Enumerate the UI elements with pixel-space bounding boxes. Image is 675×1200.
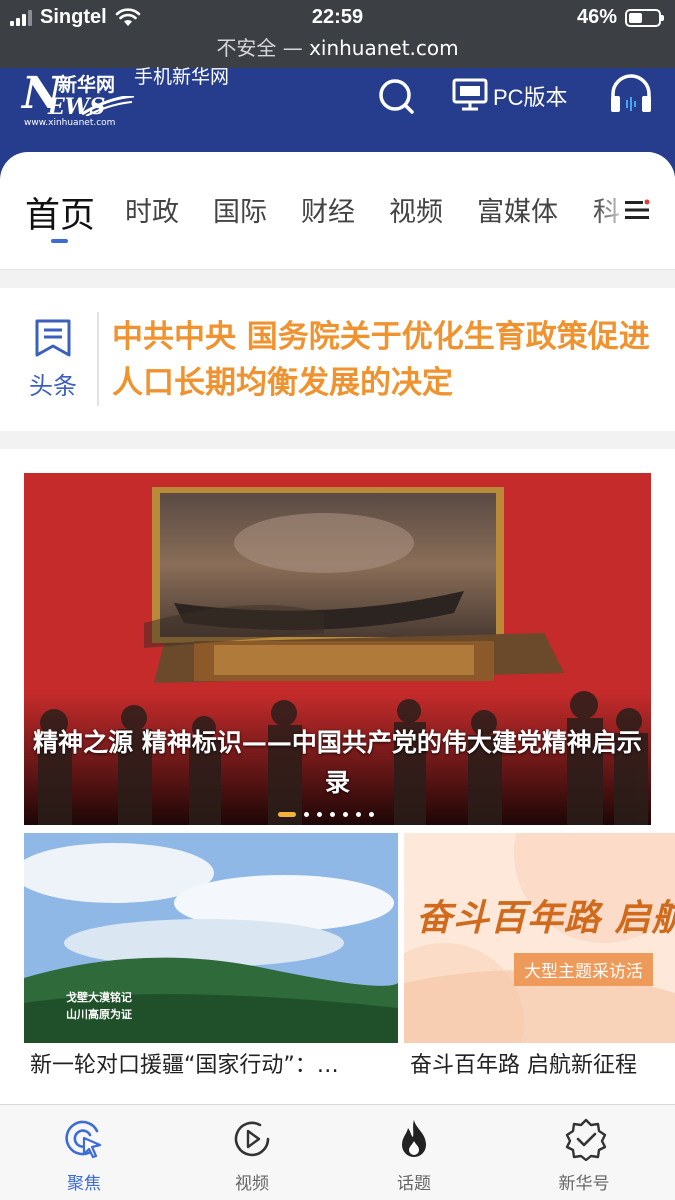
carousel-dot[interactable] bbox=[330, 812, 335, 817]
bookmark-doc-icon bbox=[35, 319, 71, 357]
flame-icon bbox=[402, 1120, 426, 1157]
nav-focus[interactable]: 聚焦 bbox=[0, 1105, 168, 1200]
clock: 22:59 bbox=[311, 6, 364, 28]
carousel-dot[interactable] bbox=[343, 812, 348, 817]
battery-percent: 46% bbox=[576, 6, 617, 28]
carousel-dot[interactable] bbox=[317, 812, 322, 817]
nav-label: 视频 bbox=[235, 1174, 269, 1194]
nav-video[interactable]: 视频 bbox=[168, 1105, 336, 1200]
news-feed: 精神之源 精神标识——中国共产党的伟大建党精神启示录 戈壁大漠铭记 山川高原为证… bbox=[0, 449, 675, 1104]
focus-icon bbox=[65, 1120, 102, 1159]
monitor-icon[interactable] bbox=[452, 78, 488, 112]
menu-icon[interactable] bbox=[623, 196, 651, 224]
url-bar[interactable]: 不安全 — xinhuanet.com bbox=[0, 32, 675, 61]
active-tab-indicator bbox=[51, 239, 68, 243]
tab-home[interactable]: 首页 bbox=[25, 187, 95, 238]
news-card-title[interactable]: 新一轮对口援疆“国家行动”：… bbox=[30, 1047, 392, 1079]
play-icon bbox=[234, 1121, 270, 1157]
headphones-icon[interactable] bbox=[608, 72, 654, 114]
status-bar: Singtel 22:59 46% 不安全 — xinhuanet.com bbox=[0, 0, 675, 68]
headline-banner[interactable]: 头条 中共中央 国务院关于优化生育政策促进人口长期均衡发展的决定 bbox=[0, 288, 675, 431]
tab-video[interactable]: 视频 bbox=[389, 190, 443, 229]
nav-topics[interactable]: 话题 bbox=[330, 1105, 498, 1200]
xinhua-logo[interactable]: N 新华网 EWS www.xinhuanet.com bbox=[22, 68, 142, 132]
logo-url: www.xinhuanet.com bbox=[24, 118, 116, 128]
carousel-dot[interactable] bbox=[304, 812, 309, 817]
tab-politics[interactable]: 时政 bbox=[125, 190, 179, 229]
poster-subtitle: 大型主题采访活 bbox=[514, 953, 653, 986]
news-card-image[interactable]: 戈壁大漠铭记 山川高原为证 bbox=[24, 833, 398, 1043]
url-domain: xinhuanet.com bbox=[309, 36, 459, 60]
nav-label: 话题 bbox=[397, 1174, 431, 1194]
badge-check-icon bbox=[565, 1118, 607, 1161]
headline-divider bbox=[97, 312, 99, 406]
hero-caption[interactable]: 精神之源 精神标识——中国共产党的伟大建党精神启示录 bbox=[24, 723, 651, 803]
headline-label: 头条 bbox=[29, 372, 77, 400]
nav-label: 聚焦 bbox=[67, 1174, 101, 1194]
nav-xinhua-account[interactable]: 新华号 bbox=[500, 1105, 668, 1200]
logo-swoosh bbox=[82, 96, 134, 116]
nav-label: 新华号 bbox=[558, 1174, 610, 1194]
card-image-caption: 戈壁大漠铭记 山川高原为证 bbox=[66, 989, 132, 1023]
battery-icon bbox=[625, 8, 664, 27]
logo-cn: 新华网 bbox=[58, 74, 116, 96]
carousel-dots bbox=[278, 812, 374, 817]
bottom-nav: 聚焦 视频 话题 新华号 bbox=[0, 1104, 675, 1200]
tab-international[interactable]: 国际 bbox=[213, 190, 267, 229]
site-name: 手机新华网 bbox=[134, 66, 230, 88]
news-card-title[interactable]: 奋斗百年路 启航新征程 bbox=[410, 1047, 675, 1079]
headline-badge: 头条 bbox=[24, 318, 82, 401]
tab-rich-media[interactable]: 富媒体 bbox=[477, 190, 558, 229]
pc-version-link[interactable]: PC版本 bbox=[493, 80, 568, 112]
news-card-image[interactable]: 奋斗百年路 启航 大型主题采访活 bbox=[404, 833, 675, 1043]
search-icon[interactable] bbox=[377, 74, 417, 118]
category-tabs: 首页 时政 国际 财经 视频 富媒体 科 bbox=[0, 152, 675, 270]
tab-finance[interactable]: 财经 bbox=[301, 190, 355, 229]
poster-title: 奋斗百年路 启航 bbox=[416, 897, 675, 939]
card-image-line: 戈壁大漠铭记 bbox=[66, 991, 132, 1004]
hero-carousel[interactable]: 精神之源 精神标识——中国共产党的伟大建党精神启示录 bbox=[24, 473, 651, 825]
headline-text[interactable]: 中共中央 国务院关于优化生育政策促进人口长期均衡发展的决定 bbox=[112, 314, 652, 406]
carousel-dot[interactable] bbox=[369, 812, 374, 817]
carousel-dot-active[interactable] bbox=[278, 812, 296, 817]
card-image-line: 山川高原为证 bbox=[66, 1008, 132, 1021]
battery-group: 46% bbox=[576, 6, 664, 29]
carousel-dot[interactable] bbox=[356, 812, 361, 817]
security-label: 不安全 — bbox=[216, 36, 303, 60]
